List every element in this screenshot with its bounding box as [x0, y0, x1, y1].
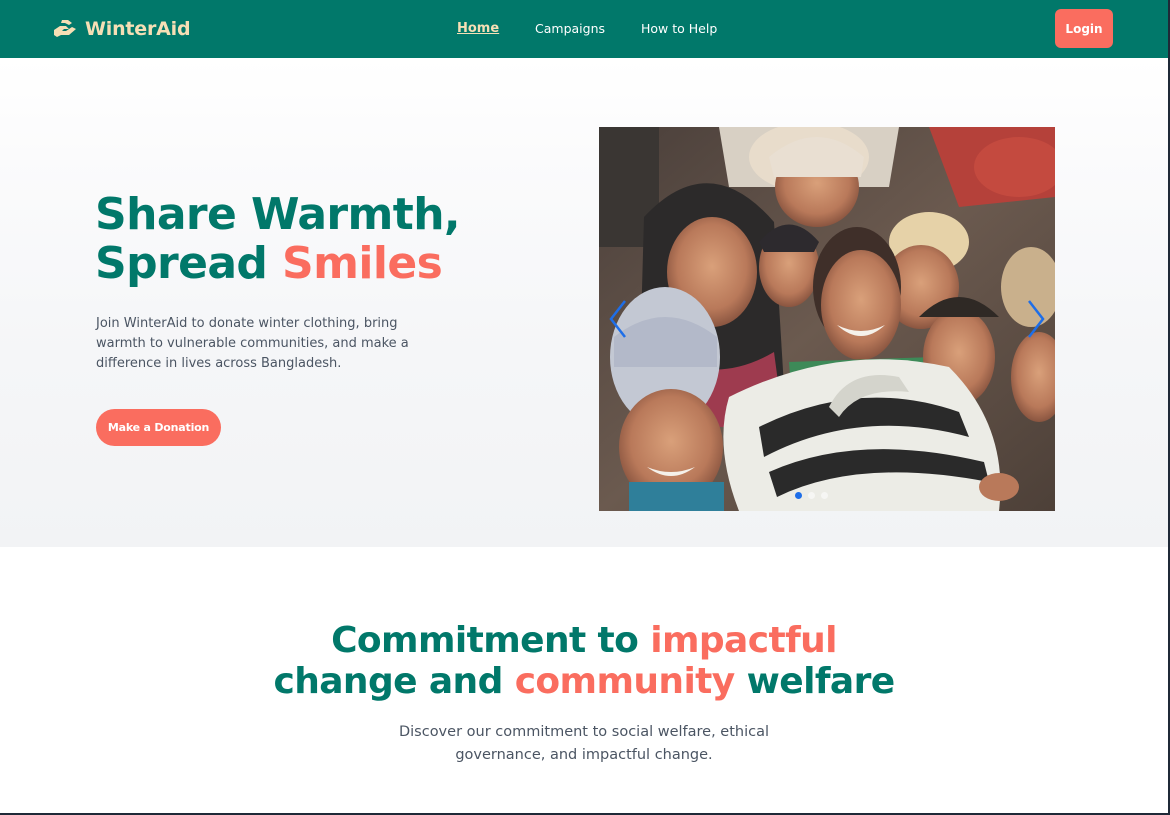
nav-link-home[interactable]: Home	[457, 21, 499, 36]
main-nav: Home Campaigns How to Help	[0, 21, 1168, 39]
carousel-indicators	[795, 492, 828, 499]
carousel-slide-image	[599, 127, 1055, 511]
commitment-description: Discover our commitment to social welfar…	[0, 721, 1168, 767]
hero-title-line2a: Spread	[95, 238, 283, 289]
chevron-right-icon[interactable]	[1023, 299, 1047, 339]
nav-link-campaigns[interactable]: Campaigns	[535, 21, 605, 36]
chevron-left-icon[interactable]	[607, 299, 631, 339]
carousel-dot[interactable]	[808, 492, 815, 499]
commitment-title-e: welfare	[734, 661, 896, 702]
commitment-title-d: community	[514, 661, 736, 702]
carousel-dot[interactable]	[821, 492, 828, 499]
commitment-title-c: change and	[273, 661, 515, 702]
commitment-title-b: impactful	[650, 620, 837, 661]
nav-link-how-to-help[interactable]: How to Help	[641, 21, 717, 36]
commitment-desc-line1: Discover our commitment to social welfar…	[398, 724, 770, 740]
hero-section: Share Warmth, Spread Smiles Join WinterA…	[0, 58, 1168, 547]
hero-carousel[interactable]	[599, 127, 1055, 511]
commitment-title-a: Commitment to	[331, 620, 651, 661]
commitment-desc-line2: governance, and impactful change.	[455, 747, 713, 763]
commitment-title: Commitment to impactful change and commu…	[0, 620, 1168, 702]
hero-title-accent: Smiles	[282, 238, 443, 289]
hero-title-line1: Share Warmth,	[95, 189, 461, 240]
make-donation-button[interactable]: Make a Donation	[96, 409, 221, 446]
top-navbar: WinterAid Home Campaigns How to Help Log…	[0, 0, 1168, 58]
login-button[interactable]: Login	[1055, 9, 1113, 48]
hero-title: Share Warmth, Spread Smiles	[95, 189, 461, 289]
carousel-dot[interactable]	[795, 492, 802, 499]
hero-description: Join WinterAid to donate winter clothing…	[96, 316, 409, 371]
